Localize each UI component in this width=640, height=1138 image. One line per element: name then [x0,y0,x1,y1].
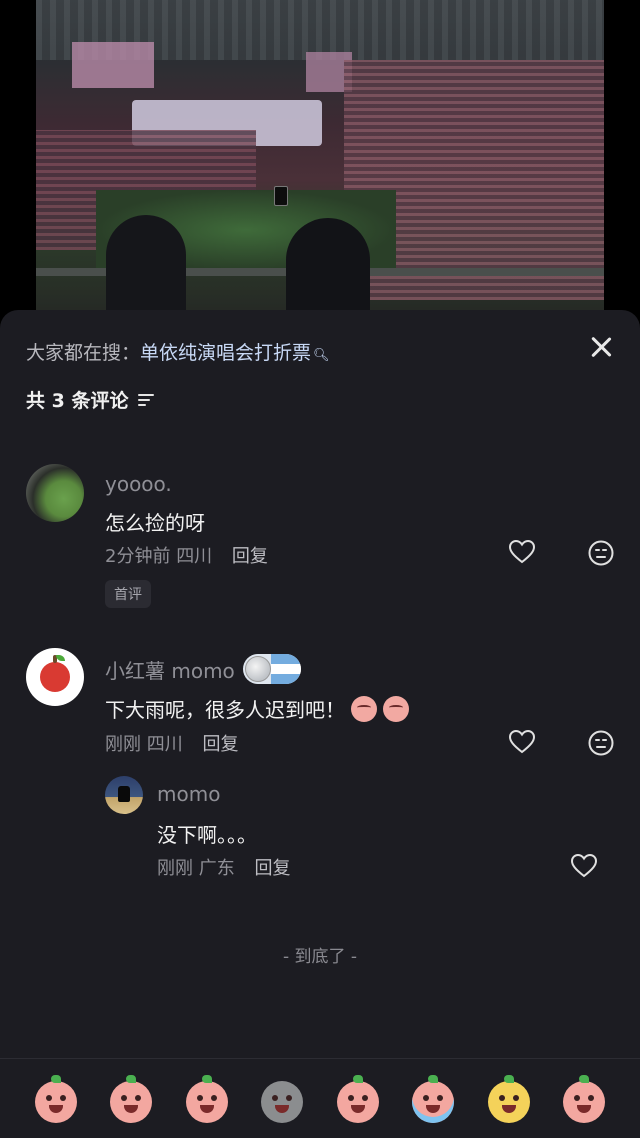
emoji-face-icon[interactable] [588,540,614,566]
heart-icon[interactable] [571,854,597,878]
blue-crying-face-emoji-icon[interactable] [412,1075,455,1123]
avatar[interactable] [105,776,143,814]
yellow-dog-face-emoji-icon[interactable] [487,1075,530,1123]
divider [0,1058,640,1059]
arena-screen [72,42,154,88]
comment-time: 刚刚 [157,858,193,879]
comment-time: 刚刚 [105,734,141,755]
avatar[interactable] [26,464,84,522]
comment-location: 四川 [176,546,213,567]
search-suggestion-keyword[interactable]: 单依纯演唱会打折票 [140,342,311,364]
sad-pouting-face-emoji-icon[interactable] [336,1075,379,1123]
comment-count-label: 共 3 条评论 [26,390,129,412]
comment-text[interactable]: 没下啊。。。 [157,819,257,848]
comment-text-row: 下大雨呢，很多人迟到吧！ [105,694,409,723]
comment-meta: 2分钟前 四川 回复 [105,542,268,568]
spectator-silhouette [286,218,370,310]
heart-icon[interactable] [509,730,535,754]
comment-username[interactable]: momo [157,782,220,806]
search-icon: 🔍︎ [313,348,330,363]
reply-button[interactable]: 回复 [202,734,238,755]
pink-blush-sticker-icon [351,695,377,722]
giggling-face-emoji-icon[interactable] [185,1075,228,1123]
comment-username[interactable]: 小红薯 momo [105,655,235,684]
comment-text[interactable]: 怎么捡的呀 [105,507,205,536]
grey-shocked-face-emoji-icon[interactable] [261,1081,304,1123]
search-suggestion-prefix: 大家都在搜： [26,342,141,364]
close-icon[interactable] [586,332,616,362]
comment-meta: 刚刚 四川 回复 [105,730,238,756]
emoji-face-icon[interactable] [588,730,614,756]
cat-silhouette-icon [118,786,130,802]
kiss-face-emoji-icon[interactable] [563,1075,606,1123]
pink-laugh-sticker-icon [383,695,409,722]
comment-text[interactable]: 下大雨呢，很多人迟到吧！ [105,694,345,723]
crying-face-emoji-icon[interactable] [34,1075,77,1123]
raised-phone [274,186,288,206]
comment-location: 广东 [198,858,235,879]
apple-icon [40,655,70,692]
reply-button[interactable]: 回复 [232,546,268,567]
comment-username[interactable]: yoooo. [105,472,172,496]
spectator-silhouette [106,215,186,310]
comment-meta: 刚刚 广东 回复 [157,854,290,880]
comment-sheet: 大家都在搜：单依纯演唱会打折票 🔍︎ 共 3 条评论 yoooo. 怎么捡的呀 2… [0,310,640,1138]
post-photo[interactable] [36,0,604,310]
filter-icon[interactable] [138,393,155,407]
sweating-shock-face-emoji-icon[interactable] [110,1075,153,1123]
argentina-football-badge-icon[interactable] [242,654,301,684]
search-suggestion[interactable]: 大家都在搜：单依纯演唱会打折票 🔍︎ [26,338,330,365]
avatar[interactable] [26,648,84,706]
reply-button[interactable]: 回复 [254,858,290,879]
comment-username-row: 小红薯 momo [105,654,301,684]
quick-emoji-bar [0,1072,640,1132]
heart-icon[interactable] [509,540,535,564]
end-of-list-label: - 到底了 - [282,947,358,967]
comment-count-sort[interactable]: 共 3 条评论 [26,386,155,413]
first-comment-badge: 首评 [105,580,151,608]
comment-location: 四川 [146,734,183,755]
comment-time: 2分钟前 [105,546,171,567]
